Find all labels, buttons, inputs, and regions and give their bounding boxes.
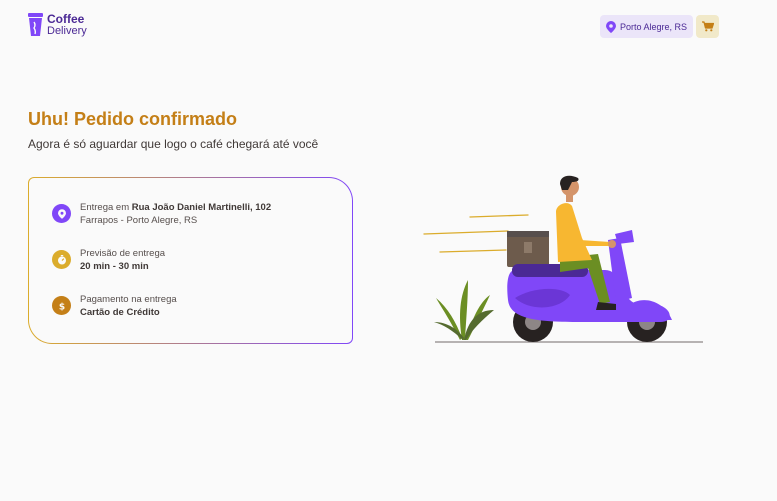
delivery-prefix: Entrega em xyxy=(80,202,132,213)
forecast-value: 20 min - 30 min xyxy=(80,261,149,272)
forecast-label: Previsão de entrega xyxy=(80,248,166,259)
map-pin-icon xyxy=(57,208,66,219)
forecast-icon-badge xyxy=(52,250,71,269)
svg-text:$: $ xyxy=(58,302,64,311)
delivery-forecast-info: Previsão de entrega 20 min - 30 min xyxy=(52,247,165,273)
delivery-district: Farrapos - Porto Alegre, RS xyxy=(80,215,198,226)
logo-line-1: Coffee xyxy=(47,12,85,26)
delivery-address-text: Entrega em Rua João Daniel Martinelli, 1… xyxy=(80,201,271,227)
payment-icon-badge: $ xyxy=(52,296,71,315)
delivery-icon-badge xyxy=(52,204,71,223)
logo-text: Coffee Delivery xyxy=(47,13,87,37)
plant-icon xyxy=(434,280,494,340)
payment-text: Pagamento na entrega Cartão de Crédito xyxy=(80,293,177,319)
forecast-text: Previsão de entrega 20 min - 30 min xyxy=(80,247,165,273)
page-subtitle: Agora é só aguardar que logo o café cheg… xyxy=(28,137,319,151)
timer-icon xyxy=(57,254,66,264)
delivery-address-info: Entrega em Rua João Daniel Martinelli, 1… xyxy=(52,201,271,227)
payment-value: Cartão de Crédito xyxy=(80,307,160,318)
coffee-cup-logo-icon xyxy=(28,13,43,36)
location-text: Porto Alegre, RS xyxy=(620,21,688,32)
delivery-street: Rua João Daniel Martinelli, 102 xyxy=(131,202,272,213)
location-badge[interactable]: Porto Alegre, RS xyxy=(600,15,694,38)
payment-info: $ Pagamento na entrega Cartão de Crédito xyxy=(52,293,177,319)
cart-button[interactable] xyxy=(696,15,719,38)
map-pin-icon xyxy=(606,20,616,33)
logo-line-2: Delivery xyxy=(47,25,87,37)
payment-label: Pagamento na entrega xyxy=(80,294,177,305)
currency-dollar-icon: $ xyxy=(58,302,64,311)
page-title: Uhu! Pedido confirmado xyxy=(28,109,237,129)
delivery-scooter-illustration xyxy=(423,175,703,343)
logo[interactable]: Coffee Delivery xyxy=(28,13,87,37)
shopping-cart-icon xyxy=(701,21,714,32)
